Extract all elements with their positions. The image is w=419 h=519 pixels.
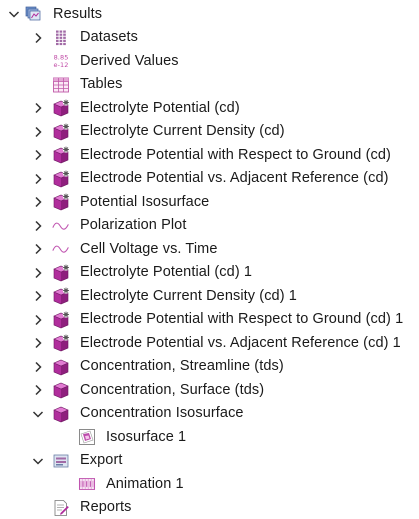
tree-item-label: Potential Isosurface (80, 194, 209, 210)
results-folder-icon (24, 5, 42, 23)
tree-item-derived-values[interactable]: 8.85 e-12 Derived Values (0, 49, 419, 73)
plot-group-3d-icon (52, 334, 70, 352)
chevron-down-icon[interactable] (6, 6, 22, 22)
tree-item-cell-voltage-vs-time[interactable]: Cell Voltage vs. Time (0, 237, 419, 261)
plot-group-3d-plain-icon (52, 405, 70, 423)
tree-item-label: Concentration, Streamline (tds) (80, 358, 284, 374)
tree-item-label: Polarization Plot (80, 217, 186, 233)
plot-group-3d-icon (52, 99, 70, 117)
tree-item-label: Concentration, Surface (tds) (80, 382, 264, 398)
tree-item-isosurface-1[interactable]: Isosurface 1 (0, 425, 419, 449)
chevron-down-icon[interactable] (30, 406, 46, 422)
tree-item-label: Concentration Isosurface (80, 405, 244, 421)
tree-item-export[interactable]: Export (0, 449, 419, 473)
datasets-icon (52, 29, 70, 47)
plot-group-3d-plain-icon (52, 381, 70, 399)
isosurface-icon (78, 428, 96, 446)
animation-icon (78, 475, 96, 493)
tree-item-reports[interactable]: Reports (0, 496, 419, 519)
plot-group-3d-icon (52, 146, 70, 164)
tree-item-concentration-isosurface[interactable]: Concentration Isosurface (0, 402, 419, 426)
tree-item-label: Isosurface 1 (106, 429, 186, 445)
plot-1d-wave-icon (52, 217, 70, 235)
tree-item-label: Tables (80, 76, 123, 92)
chevron-right-icon[interactable] (30, 288, 46, 304)
chevron-right-icon[interactable] (30, 147, 46, 163)
chevron-right-icon[interactable] (30, 218, 46, 234)
chevron-right-icon[interactable] (30, 241, 46, 257)
plot-group-3d-icon (52, 123, 70, 141)
tree-item-animation-1[interactable]: Animation 1 (0, 472, 419, 496)
tree-item-polarization-plot[interactable]: Polarization Plot (0, 214, 419, 238)
plot-group-3d-icon (52, 264, 70, 282)
plot-group-3d-icon (52, 170, 70, 188)
plot-1d-wave-icon (52, 240, 70, 258)
tree-item-label: Cell Voltage vs. Time (80, 241, 218, 257)
tree-item-label: Electrolyte Current Density (cd) 1 (80, 288, 297, 304)
tree-item-label: Animation 1 (106, 476, 184, 492)
plot-group-3d-icon (52, 311, 70, 329)
tree-item-electrolyte-current-density-cd[interactable]: Electrolyte Current Density (cd) (0, 120, 419, 144)
tree-item-potential-isosurface[interactable]: Potential Isosurface (0, 190, 419, 214)
chevron-right-icon[interactable] (30, 124, 46, 140)
tree-item-label: Electrolyte Potential (cd) 1 (80, 264, 252, 280)
tree-item-label: Electrolyte Current Density (cd) (80, 123, 285, 139)
tree-item-results[interactable]: Results (0, 2, 419, 26)
chevron-right-icon[interactable] (30, 359, 46, 375)
export-icon (52, 452, 70, 470)
tree-item-label: Electrode Potential vs. Adjacent Referen… (80, 170, 389, 186)
tree-item-electrode-potential-with-respect-to-ground-cd[interactable]: Electrode Potential with Respect to Grou… (0, 143, 419, 167)
tree-item-concentration-surface-tds[interactable]: Concentration, Surface (tds) (0, 378, 419, 402)
tree-item-label: Results (53, 6, 102, 22)
plot-group-3d-icon (52, 287, 70, 305)
plot-group-3d-icon (52, 193, 70, 211)
chevron-right-icon[interactable] (30, 194, 46, 210)
tables-icon (52, 76, 70, 94)
tree-item-datasets[interactable]: Datasets (0, 26, 419, 50)
tree-item-label: Datasets (80, 29, 138, 45)
svg-text:e-12: e-12 (53, 61, 68, 69)
results-tree: ResultsDatasets 8.85 e-12Derived Values … (0, 0, 419, 518)
tree-item-label: Electrode Potential with Respect to Grou… (80, 311, 403, 327)
tree-item-label: Electrode Potential vs. Adjacent Referen… (80, 335, 401, 351)
chevron-right-icon[interactable] (30, 171, 46, 187)
chevron-down-icon[interactable] (30, 453, 46, 469)
chevron-right-icon[interactable] (30, 312, 46, 328)
chevron-right-icon[interactable] (30, 335, 46, 351)
tree-item-label: Reports (80, 499, 131, 515)
chevron-right-icon[interactable] (30, 100, 46, 116)
plot-group-3d-plain-icon (52, 358, 70, 376)
reports-icon (52, 499, 70, 517)
tree-item-electrode-potential-with-respect-to-ground-cd-1[interactable]: Electrode Potential with Respect to Grou… (0, 308, 419, 332)
tree-item-electrolyte-current-density-cd-1[interactable]: Electrolyte Current Density (cd) 1 (0, 284, 419, 308)
tree-item-electrode-potential-vs-adjacent-reference-cd-1[interactable]: Electrode Potential vs. Adjacent Referen… (0, 331, 419, 355)
tree-item-label: Derived Values (80, 53, 179, 69)
tree-item-electrode-potential-vs-adjacent-reference-cd[interactable]: Electrode Potential vs. Adjacent Referen… (0, 167, 419, 191)
tree-item-tables[interactable]: Tables (0, 73, 419, 97)
chevron-right-icon[interactable] (30, 382, 46, 398)
tree-item-concentration-streamline-tds[interactable]: Concentration, Streamline (tds) (0, 355, 419, 379)
chevron-right-icon[interactable] (30, 265, 46, 281)
tree-item-label: Export (80, 452, 123, 468)
derived-values-icon: 8.85 e-12 (52, 52, 70, 70)
chevron-right-icon[interactable] (30, 30, 46, 46)
tree-item-electrolyte-potential-cd-1[interactable]: Electrolyte Potential (cd) 1 (0, 261, 419, 285)
tree-item-label: Electrode Potential with Respect to Grou… (80, 147, 391, 163)
tree-item-label: Electrolyte Potential (cd) (80, 100, 240, 116)
tree-item-electrolyte-potential-cd[interactable]: Electrolyte Potential (cd) (0, 96, 419, 120)
